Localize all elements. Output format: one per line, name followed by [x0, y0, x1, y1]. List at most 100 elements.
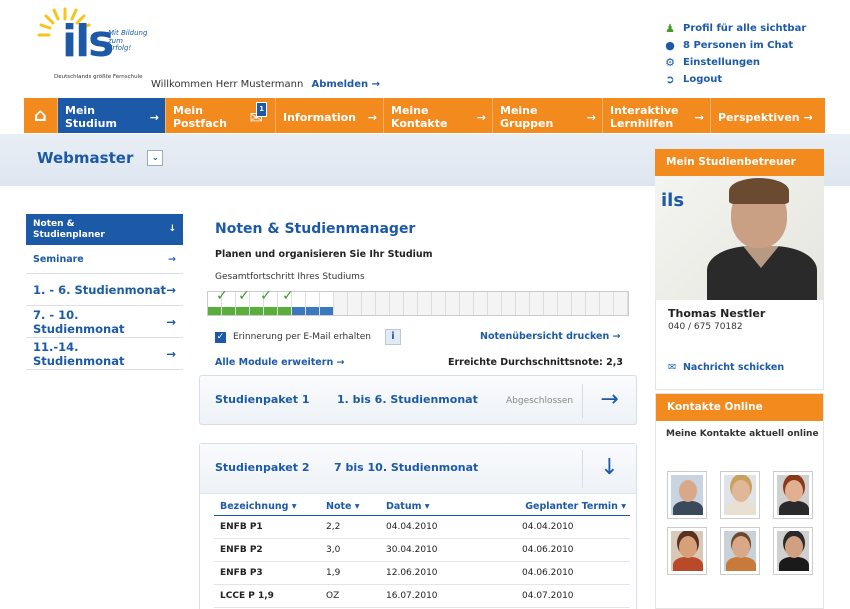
print-grades-link[interactable]: Notenübersicht drucken →: [480, 331, 621, 342]
toplink-profile[interactable]: ♟ Profil für alle sichtbar: [663, 20, 806, 37]
cell-planned: 04.06.2010: [522, 568, 574, 578]
progress-segment: [334, 292, 348, 315]
col-termin[interactable]: Geplanter Termin ▾: [516, 501, 630, 512]
nav-mein-studium[interactable]: Mein Studium →: [58, 98, 166, 133]
cell-date: 04.04.2010: [386, 522, 438, 532]
contacts-grid: [667, 471, 813, 575]
reminder-row: ✓ Erinnerung per E-Mail erhalten i: [215, 329, 401, 345]
logo-wordmark: ils: [62, 16, 114, 67]
toplink-label: 8 Personen im Chat: [683, 40, 794, 51]
ils-logo[interactable]: ils Mit Bildung zum Erfolg! Deutschlands…: [36, 6, 147, 86]
contact-avatar[interactable]: [667, 527, 707, 575]
progress-segment: [474, 292, 488, 315]
mail-icon: ✉: [668, 362, 676, 373]
check-icon: ✓: [260, 288, 272, 304]
role-selector[interactable]: Webmaster ⌄: [37, 149, 164, 167]
sidenav-item-month-7-10[interactable]: 7. - 10. Studienmonat →: [26, 306, 183, 338]
toplink-settings[interactable]: ⚙ Einstellungen: [663, 54, 806, 71]
progress-segment: [488, 292, 502, 315]
nav-label: Mein Studium: [65, 104, 117, 130]
contact-avatar[interactable]: [720, 527, 760, 575]
check-icon: ✓: [238, 288, 250, 304]
nav-home[interactable]: ⌂: [24, 98, 58, 133]
progress-checks: ✓ ✓ ✓ ✓: [211, 288, 299, 304]
package-range: 1. bis 6. Studienmonat: [337, 393, 478, 406]
nav-information[interactable]: Information →: [276, 98, 384, 133]
progress-segment: [404, 292, 418, 315]
progress-label: Gesamtfortschritt Ihres Studiums: [215, 272, 365, 282]
contact-avatar[interactable]: [773, 527, 813, 575]
sidenav-item-month-1-6[interactable]: 1. - 6. Studienmonat →: [26, 274, 183, 306]
package-card-2: Studienpaket 2 7 bis 10. Studienmonat ↓ …: [199, 443, 637, 609]
send-message-link[interactable]: ✉ Nachricht schicken: [668, 362, 811, 373]
progress-segment: [516, 292, 530, 315]
contacts-header: Kontakte Online: [656, 394, 823, 421]
check-icon: ✓: [282, 288, 294, 304]
arrow-right-icon: →: [586, 110, 596, 124]
contact-avatar[interactable]: [773, 471, 813, 519]
col-note[interactable]: Note ▾: [326, 501, 386, 512]
top-links: ♟ Profil für alle sichtbar ● 8 Personen …: [663, 20, 806, 88]
col-datum[interactable]: Datum ▾: [386, 501, 516, 512]
cell-planned: 04.06.2010: [522, 545, 574, 555]
toplink-label: Einstellungen: [683, 57, 761, 68]
sidenav-item-seminare[interactable]: Seminare →: [26, 245, 183, 274]
mail-count-badge: 1: [256, 102, 267, 117]
arrow-right-icon: →: [166, 282, 176, 297]
progress-segment: [418, 292, 432, 315]
info-icon[interactable]: i: [384, 329, 401, 345]
sidenav-item-month-11-14[interactable]: 11.-14. Studienmonat →: [26, 338, 183, 370]
progress-segment: [558, 292, 572, 315]
contact-avatar[interactable]: [720, 471, 760, 519]
users-icon: ♟: [665, 22, 675, 35]
nav-meine-kontakte[interactable]: Meine Kontakte →: [384, 98, 493, 133]
cell-grade: 2,2: [326, 522, 341, 532]
page-subtitle: Planen und organisieren Sie Ihr Studium: [215, 249, 433, 260]
cell-grade: 1,9: [326, 568, 341, 578]
sidenav-label: Seminare: [33, 253, 84, 265]
welcome-line: Willkommen Herr Mustermann Abmelden →: [151, 79, 380, 90]
progress-segment: [362, 292, 376, 315]
nav-label: Information: [283, 110, 356, 124]
nav-label: Interaktive Lernhilfen: [610, 104, 679, 130]
logout-link[interactable]: Abmelden →: [312, 79, 380, 90]
nav-perspektiven[interactable]: Perspektiven →: [711, 98, 815, 133]
sidenav-item-noten[interactable]: Noten & Studienplaner ↓: [26, 214, 183, 245]
package-card-1[interactable]: Studienpaket 1 1. bis 6. Studienmonat Ab…: [199, 375, 637, 425]
cell-grade: 3,0: [326, 545, 341, 555]
logout-icon: ➲: [665, 73, 675, 86]
arrow-right-icon[interactable]: →: [582, 384, 636, 418]
col-bezeichnung[interactable]: Bezeichnung ▾: [214, 501, 326, 512]
toplink-logout[interactable]: ➲ Logout: [663, 71, 806, 88]
arrow-right-icon: →: [166, 346, 176, 361]
average-grade: Erreichte Durchschnittsnote: 2,3: [448, 357, 623, 368]
progress-segment: [530, 292, 544, 315]
toplink-chat[interactable]: ● 8 Personen im Chat: [663, 37, 806, 54]
cell-grade: OZ: [326, 591, 340, 601]
nav-mein-postfach[interactable]: Mein Postfach ✉ 1: [166, 98, 276, 133]
nav-label: Meine Gruppen: [500, 104, 554, 130]
advisor-header: Mein Studienbetreuer: [655, 149, 824, 176]
package-range: 7 bis 10. Studienmonat: [334, 461, 479, 474]
toplink-label: Logout: [683, 74, 723, 85]
expand-all-link[interactable]: Alle Module erweitern →: [215, 357, 344, 368]
arrow-right-icon: →: [367, 110, 377, 124]
progress-segment: [586, 292, 600, 315]
progress-segment: [600, 292, 614, 315]
arrow-right-icon: →: [694, 110, 704, 124]
arrow-right-icon: →: [168, 253, 176, 265]
nav-meine-gruppen[interactable]: Meine Gruppen →: [493, 98, 603, 133]
nav-interaktive-lernhilfen[interactable]: Interaktive Lernhilfen →: [603, 98, 711, 133]
nav-label: Perspektiven: [718, 110, 800, 124]
contact-avatar[interactable]: [667, 471, 707, 519]
cell-planned: 04.07.2010: [522, 591, 574, 601]
chevron-down-icon[interactable]: ⌄: [147, 150, 164, 166]
logo-subtitle: Deutschlands größte Fernschule: [54, 74, 143, 80]
nav-label: Mein Postfach: [173, 104, 227, 130]
sidenav-label: 1. - 6. Studienmonat: [33, 282, 166, 297]
sidenav-label: Noten & Studienplaner: [33, 218, 105, 240]
reminder-checkbox[interactable]: ✓: [215, 331, 226, 343]
table-row: ENFB P1 2,2 04.04.2010 04.04.2010: [214, 516, 630, 539]
progress-segment: [446, 292, 460, 315]
arrow-down-icon[interactable]: ↓: [582, 450, 636, 488]
